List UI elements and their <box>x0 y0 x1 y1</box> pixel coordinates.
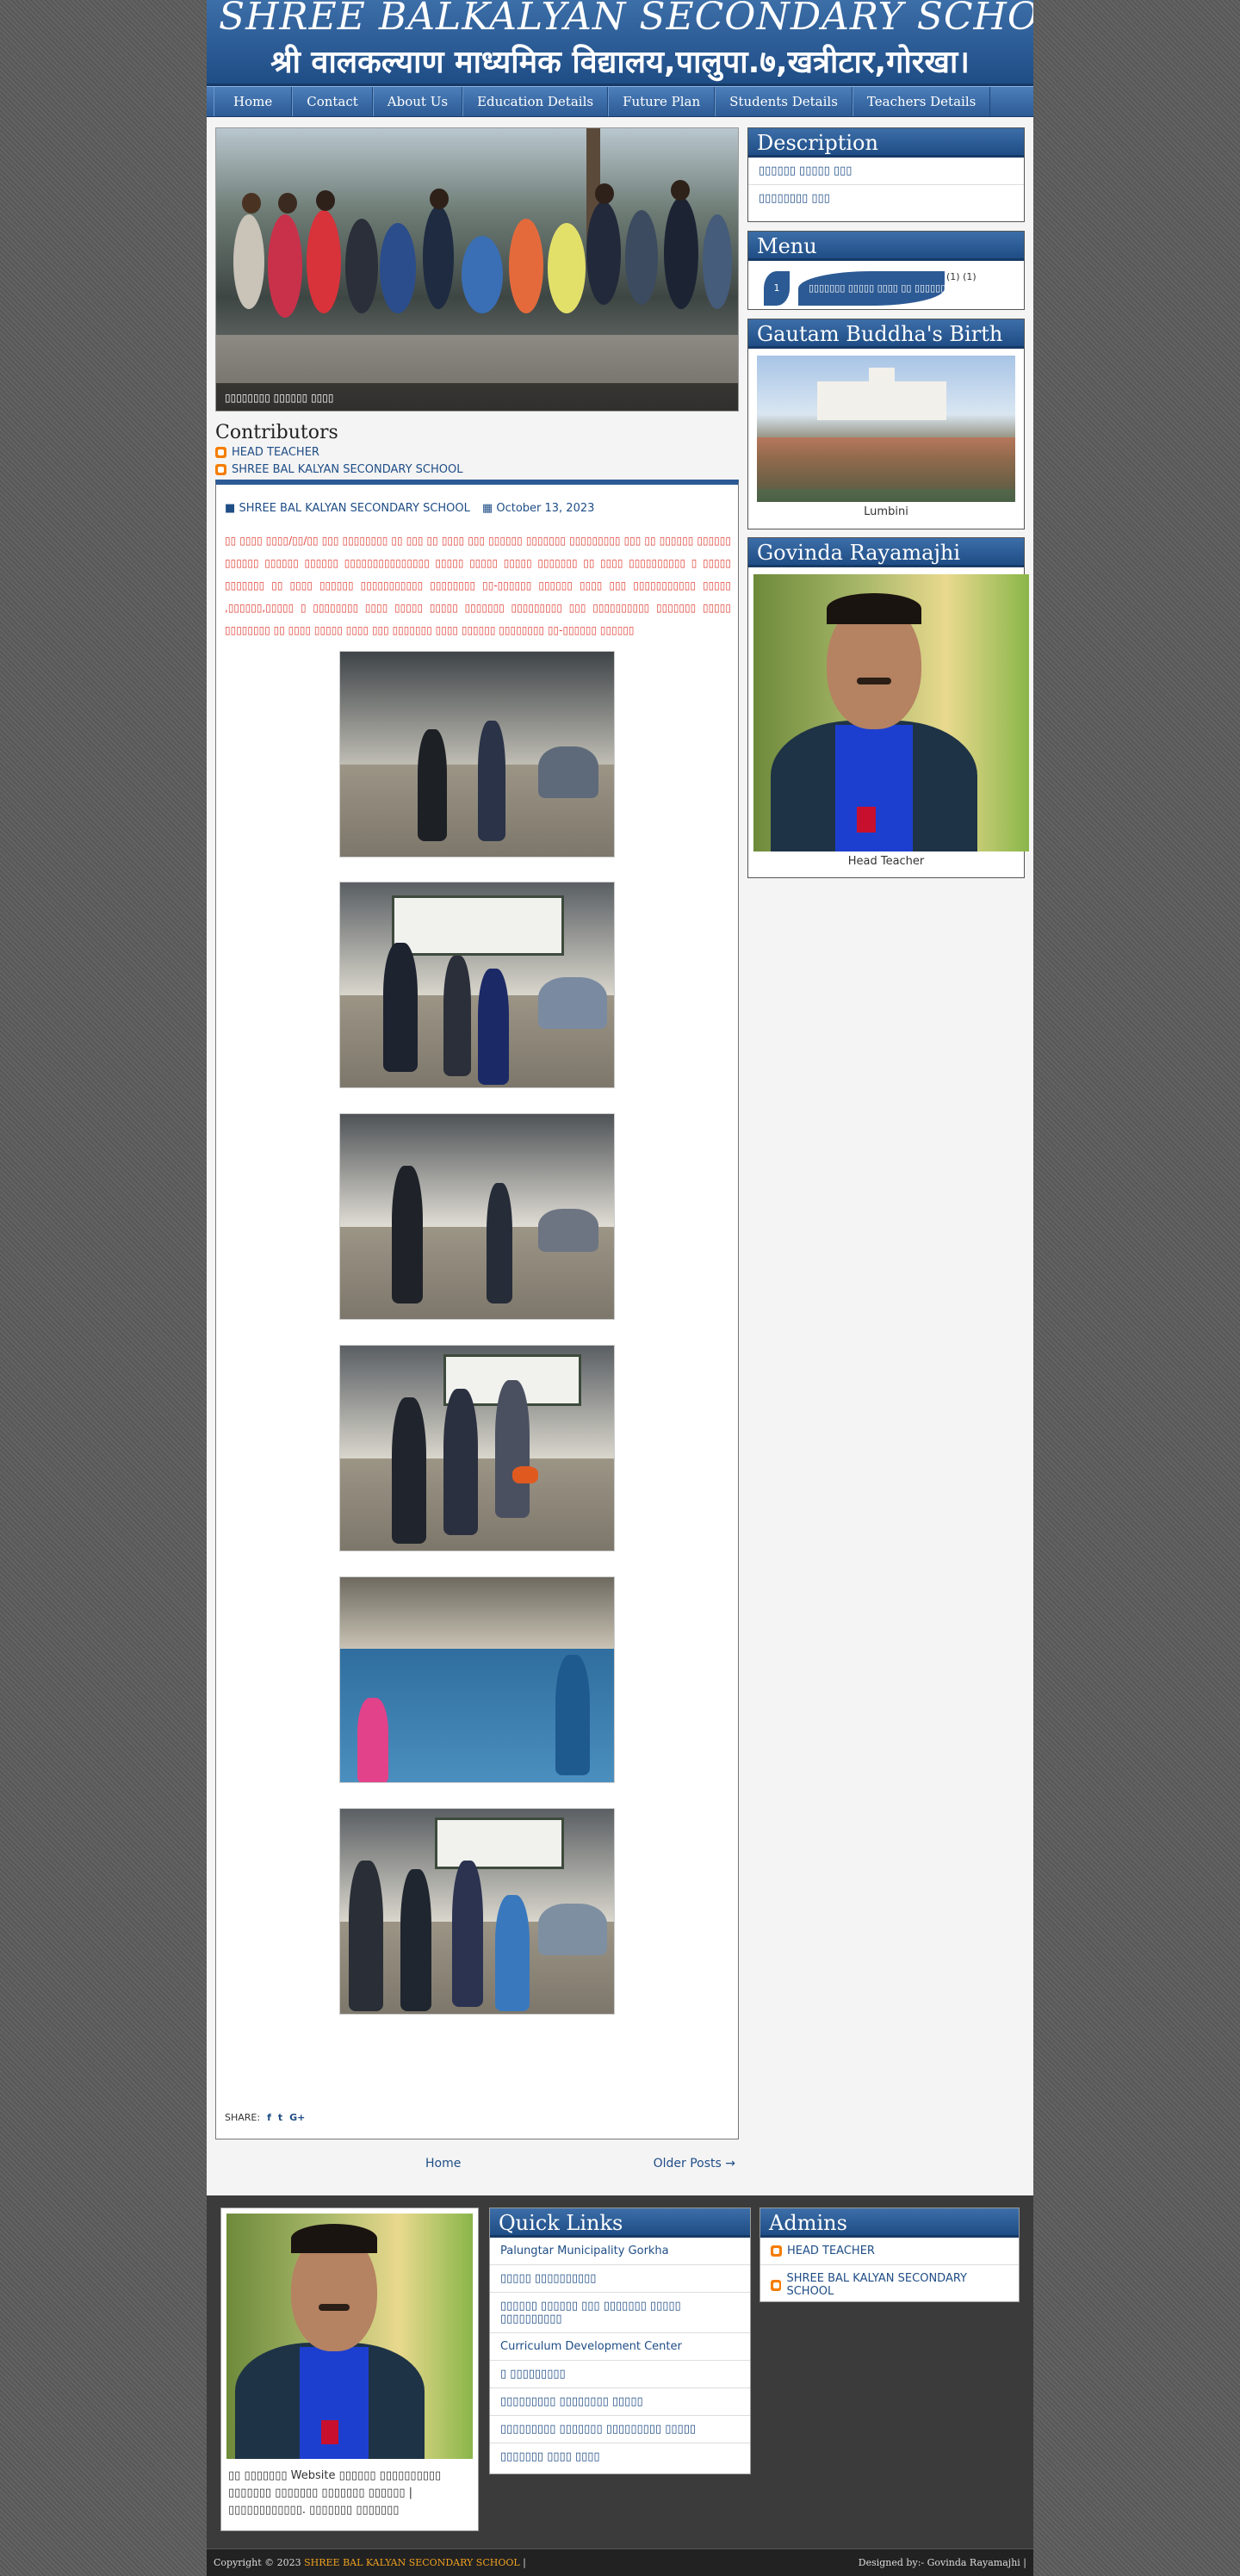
post-photo[interactable] <box>339 882 615 1088</box>
quick-links-title: Quick Links <box>490 2208 750 2238</box>
blogger-icon <box>771 2279 782 2291</box>
admin-item[interactable]: SHREE BAL KALYAN SECONDARY SCHOOL <box>760 2265 1019 2305</box>
facebook-share-icon[interactable]: f <box>267 2112 271 2123</box>
menu-title: Menu <box>748 232 1024 261</box>
footer-copyright: Copyright © 2023 SHREE BAL KALYAN SECOND… <box>214 2557 526 2568</box>
buddha-birthplace-widget: Gautam Buddha's Birth Place Lumbini <box>747 319 1025 529</box>
post-photo[interactable] <box>339 1808 615 2015</box>
lumbini-photo[interactable] <box>757 356 1015 502</box>
govinda-widget-title: Govinda Rayamajhi <box>748 538 1024 567</box>
head-teacher-caption: Head Teacher <box>847 855 925 868</box>
description-link[interactable]: ▯▯▯▯▯▯ ▯▯▯▯▯ ▯▯▯ <box>748 158 1024 185</box>
share-label: SHARE: <box>225 2112 261 2123</box>
user-icon: ■ <box>225 502 236 515</box>
post-meta: ■ SHREE BAL KALYAN SECONDARY SCHOOL ▦ Oc… <box>225 502 594 515</box>
menu-count: (1) (1) <box>946 271 976 282</box>
post-date[interactable]: ▦ October 13, 2023 <box>482 502 595 515</box>
group-photo-students <box>216 180 738 361</box>
nav-home[interactable]: Home <box>214 87 293 116</box>
admin-item[interactable]: HEAD TEACHER <box>760 2238 1019 2265</box>
twitter-share-icon[interactable]: t <box>278 2112 282 2123</box>
blogger-icon <box>215 463 226 475</box>
blogger-icon <box>771 2245 782 2257</box>
head-teacher-photo[interactable] <box>753 574 1029 851</box>
share-bar: SHARE: f t G+ <box>225 2112 305 2123</box>
post-photo[interactable] <box>339 1345 615 1551</box>
admins-title: Admins <box>760 2208 1019 2238</box>
govinda-widget: Govinda Rayamajhi Head Teacher <box>747 537 1029 878</box>
footer-owner-link[interactable]: SHREE BAL KALYAN SECONDARY SCHOOL <box>304 2557 520 2568</box>
post-photo[interactable] <box>339 651 615 858</box>
footer-designer: Designed by:- Govinda Rayamajhi | <box>858 2557 1026 2568</box>
quick-link[interactable]: ▯▯▯▯▯ ▯▯▯▯▯▯▯▯▯▯ <box>490 2265 750 2293</box>
calendar-icon: ▦ <box>481 502 493 515</box>
nav-students-details[interactable]: Students Details <box>715 87 852 116</box>
description-link[interactable]: ▯▯▯▯▯▯▯▯ ▯▯▯ <box>748 185 1024 212</box>
quick-link[interactable]: Curriculum Development Center <box>490 2333 750 2361</box>
nav-future-plan[interactable]: Future Plan <box>608 87 716 116</box>
quick-link[interactable]: ▯▯▯▯▯▯▯▯▯ ▯▯▯▯▯▯▯▯ ▯▯▯▯▯ <box>490 2388 750 2416</box>
description-widget: Description ▯▯▯▯▯▯ ▯▯▯▯▯ ▯▯▯ ▯▯▯▯▯▯▯▯ ▯▯… <box>747 127 1025 222</box>
admin-name[interactable]: SHREE BAL KALYAN SECONDARY SCHOOL <box>786 2272 1008 2298</box>
menu-widget: Menu 1 ▯▯▯▯▯▯▯ ▯▯▯▯▯ ▯▯▯▯ ▯▯ ▯▯▯▯▯▯ (1) … <box>747 231 1025 310</box>
contributor-item[interactable]: SHREE BAL KALYAN SECONDARY SCHOOL <box>215 461 739 478</box>
nav-about-us[interactable]: About Us <box>372 87 463 116</box>
menu-list: 1 ▯▯▯▯▯▯▯ ▯▯▯▯▯ ▯▯▯▯ ▯▯ ▯▯▯▯▯▯ (1) (1) <box>748 261 1024 306</box>
featured-slider[interactable]: ▯▯▯▯▯▯▯▯ ▯▯▯▯▯▯ ▯▯▯▯ <box>215 127 739 412</box>
contributor-name[interactable]: SHREE BAL KALYAN SECONDARY SCHOOL <box>232 463 462 476</box>
post-body-text: ▯▯ ▯▯▯▯ ▯▯▯▯/▯▯/▯▯ ▯▯▯ ▯▯▯▯▯▯▯▯ ▯▯ ▯▯▯ ▯… <box>225 535 731 636</box>
nav-contact[interactable]: Contact <box>292 87 373 116</box>
about-text: ▯▯ ▯▯▯▯▯▯▯ Website ▯▯▯▯▯▯ ▯▯▯▯▯▯▯▯▯▯ ▯▯▯… <box>228 2469 442 2517</box>
pager-home-link[interactable]: Home <box>425 2157 461 2170</box>
main-navigation: Home Contact About Us Education Details … <box>207 86 1033 117</box>
admins-widget: Admins HEAD TEACHER SHREE BAL KALYAN SEC… <box>760 2208 1020 2302</box>
contributors-title: Contributors <box>215 422 338 443</box>
head-teacher-photo[interactable] <box>226 2214 473 2459</box>
blogger-icon <box>215 446 226 458</box>
buddha-widget-title: Gautam Buddha's Birth Place <box>748 319 1024 375</box>
quick-link[interactable]: ▯▯▯▯▯▯ ▯▯▯▯▯▯ ▯▯▯ ▯▯▯▯▯▯▯ ▯▯▯▯▯ ▯▯▯▯▯▯▯▯… <box>490 2293 750 2333</box>
quick-link[interactable]: ▯ ▯▯▯▯▯▯▯▯▯ <box>490 2361 750 2388</box>
site-title-english[interactable]: SHREE BALKALYAN SECONDARY SCHOOL <box>219 0 1033 39</box>
site-header: SHREE BALKALYAN SECONDARY SCHOOL श्री वा… <box>207 0 1033 86</box>
description-title: Description <box>748 128 1024 158</box>
contributor-item[interactable]: HEAD TEACHER <box>215 443 739 461</box>
quick-link[interactable]: Palungtar Municipality Gorkha <box>490 2238 750 2265</box>
post-author[interactable]: ■ SHREE BAL KALYAN SECONDARY SCHOOL <box>225 502 470 515</box>
older-posts-link[interactable]: Older Posts → <box>654 2157 735 2170</box>
about-widget: ▯▯ ▯▯▯▯▯▯▯ Website ▯▯▯▯▯▯ ▯▯▯▯▯▯▯▯▯▯ ▯▯▯… <box>220 2208 479 2531</box>
menu-badge[interactable]: 1 <box>764 271 790 306</box>
google-plus-share-icon[interactable]: G+ <box>289 2112 305 2123</box>
quick-links-widget: Quick Links Palungtar Municipality Gorkh… <box>489 2208 751 2474</box>
admin-name[interactable]: HEAD TEACHER <box>787 2245 875 2257</box>
slider-caption[interactable]: ▯▯▯▯▯▯▯▯ ▯▯▯▯▯▯ ▯▯▯▯ <box>216 383 738 411</box>
nav-education-details[interactable]: Education Details <box>462 87 609 116</box>
post-photo[interactable] <box>339 1576 615 1783</box>
nav-teachers-details[interactable]: Teachers Details <box>852 87 991 116</box>
post-photo[interactable] <box>339 1113 615 1320</box>
site-footer: Copyright © 2023 SHREE BAL KALYAN SECOND… <box>207 2548 1033 2576</box>
lumbini-caption: Lumbini <box>864 505 908 518</box>
contributor-name[interactable]: HEAD TEACHER <box>232 446 319 459</box>
menu-item[interactable]: ▯▯▯▯▯▯▯ ▯▯▯▯▯ ▯▯▯▯ ▯▯ ▯▯▯▯▯▯ <box>798 271 945 306</box>
site-title-nepali: श्री वालकल्याण माध्यमिक विद्यालय,पालुपा.… <box>270 45 970 80</box>
blog-post: ■ SHREE BAL KALYAN SECONDARY SCHOOL ▦ Oc… <box>215 480 739 2139</box>
quick-link[interactable]: ▯▯▯▯▯▯▯ ▯▯▯▯ ▯▯▯▯ <box>490 2443 750 2470</box>
contributors-section: Contributors HEAD TEACHER SHREE BAL KALY… <box>215 422 739 478</box>
quick-link[interactable]: ▯▯▯▯▯▯▯▯▯ ▯▯▯▯▯▯▯ ▯▯▯▯▯▯▯▯▯ ▯▯▯▯▯ <box>490 2416 750 2443</box>
